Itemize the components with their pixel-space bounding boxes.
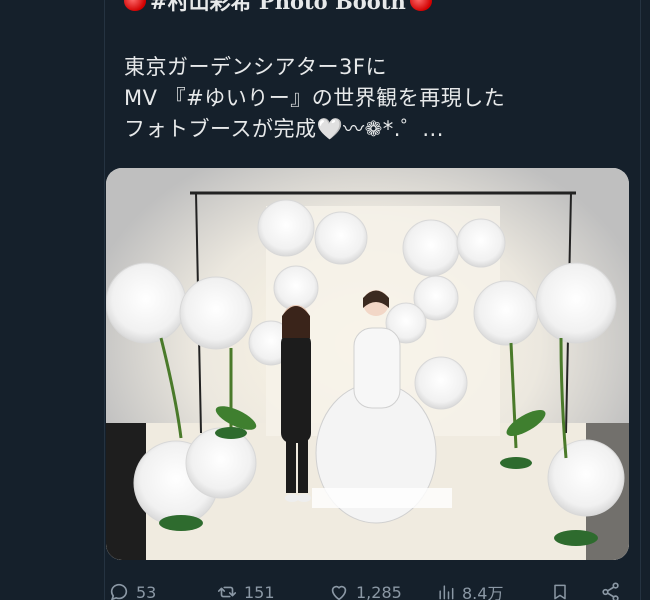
tweet-photo[interactable] [106,168,629,560]
reply-icon [110,583,128,600]
share-action[interactable] [600,578,622,600]
tweet-body: 東京ガーデンシアター3Fに MV 『#ゆいりー』の世界観を再現した フォトブース… [124,52,624,145]
retweet-icon [217,586,237,598]
bookmark-icon [554,584,566,600]
retweet-count: 151 [244,582,275,600]
tweet-detail-view: #村山彩希 Photo Booth 東京ガーデンシアター3Fに MV 『#ゆいり… [0,0,650,600]
like-action[interactable]: 1,285 [328,578,402,600]
reply-action[interactable]: 53 [108,578,156,600]
retweet-action[interactable]: 151 [216,578,275,600]
views-action[interactable]: 8.4万 [436,578,503,600]
tweet-hashtag-title[interactable]: #村山彩希 Photo Booth [150,0,406,16]
column-divider-left [104,0,105,600]
tweet-line-1: 東京ガーデンシアター3Fに [124,55,387,79]
tweet-line-2: MV 『#ゆいりー』の世界観を再現した [124,86,506,110]
reply-count: 53 [136,582,157,600]
red-heart-icon [124,0,146,11]
bookmark-action[interactable] [550,578,570,600]
like-icon [331,585,347,600]
views-count: 8.4万 [462,584,504,600]
tweet-header-line: #村山彩希 Photo Booth [124,0,432,16]
share-icon [602,582,619,600]
tweet-action-bar: 53 151 1,285 8.4万 [104,578,640,600]
column-divider-right [640,0,641,600]
left-rail [0,0,104,600]
photo-booth-image [106,168,629,560]
tweet-line-3: フォトブースが完成🤍〰❁*.゜... [124,117,444,141]
like-count: 1,285 [356,582,402,600]
views-icon [439,585,454,600]
red-heart-icon [409,0,432,11]
